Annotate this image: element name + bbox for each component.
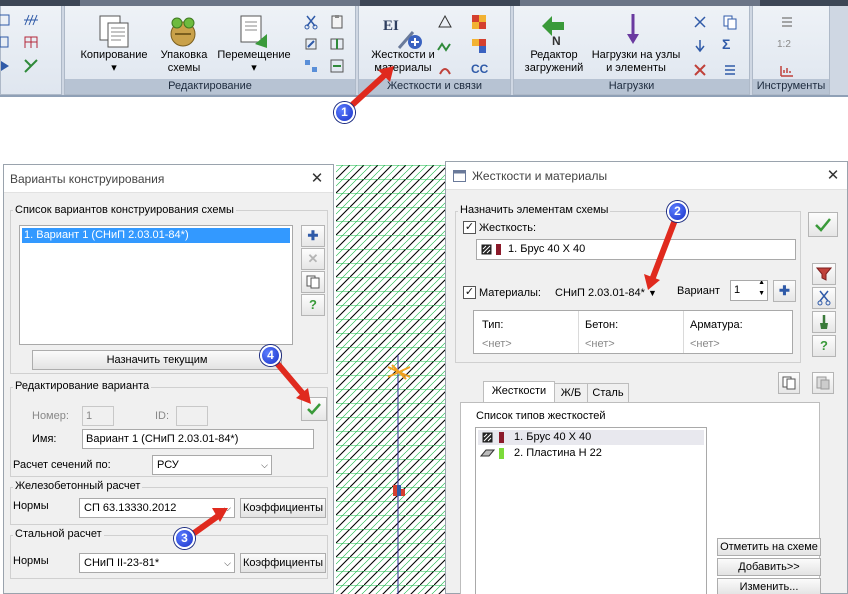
annotation-overlay (187, 66, 678, 539)
callout-3: 3 (174, 528, 195, 549)
red-arrow-4 (273, 359, 311, 404)
callout-2: 2 (667, 201, 688, 222)
red-arrow-2 (644, 217, 678, 290)
callout-4: 4 (260, 345, 281, 366)
callout-1: 1 (334, 102, 355, 123)
red-arrow-1 (348, 66, 394, 109)
red-arrow-3 (187, 508, 228, 539)
